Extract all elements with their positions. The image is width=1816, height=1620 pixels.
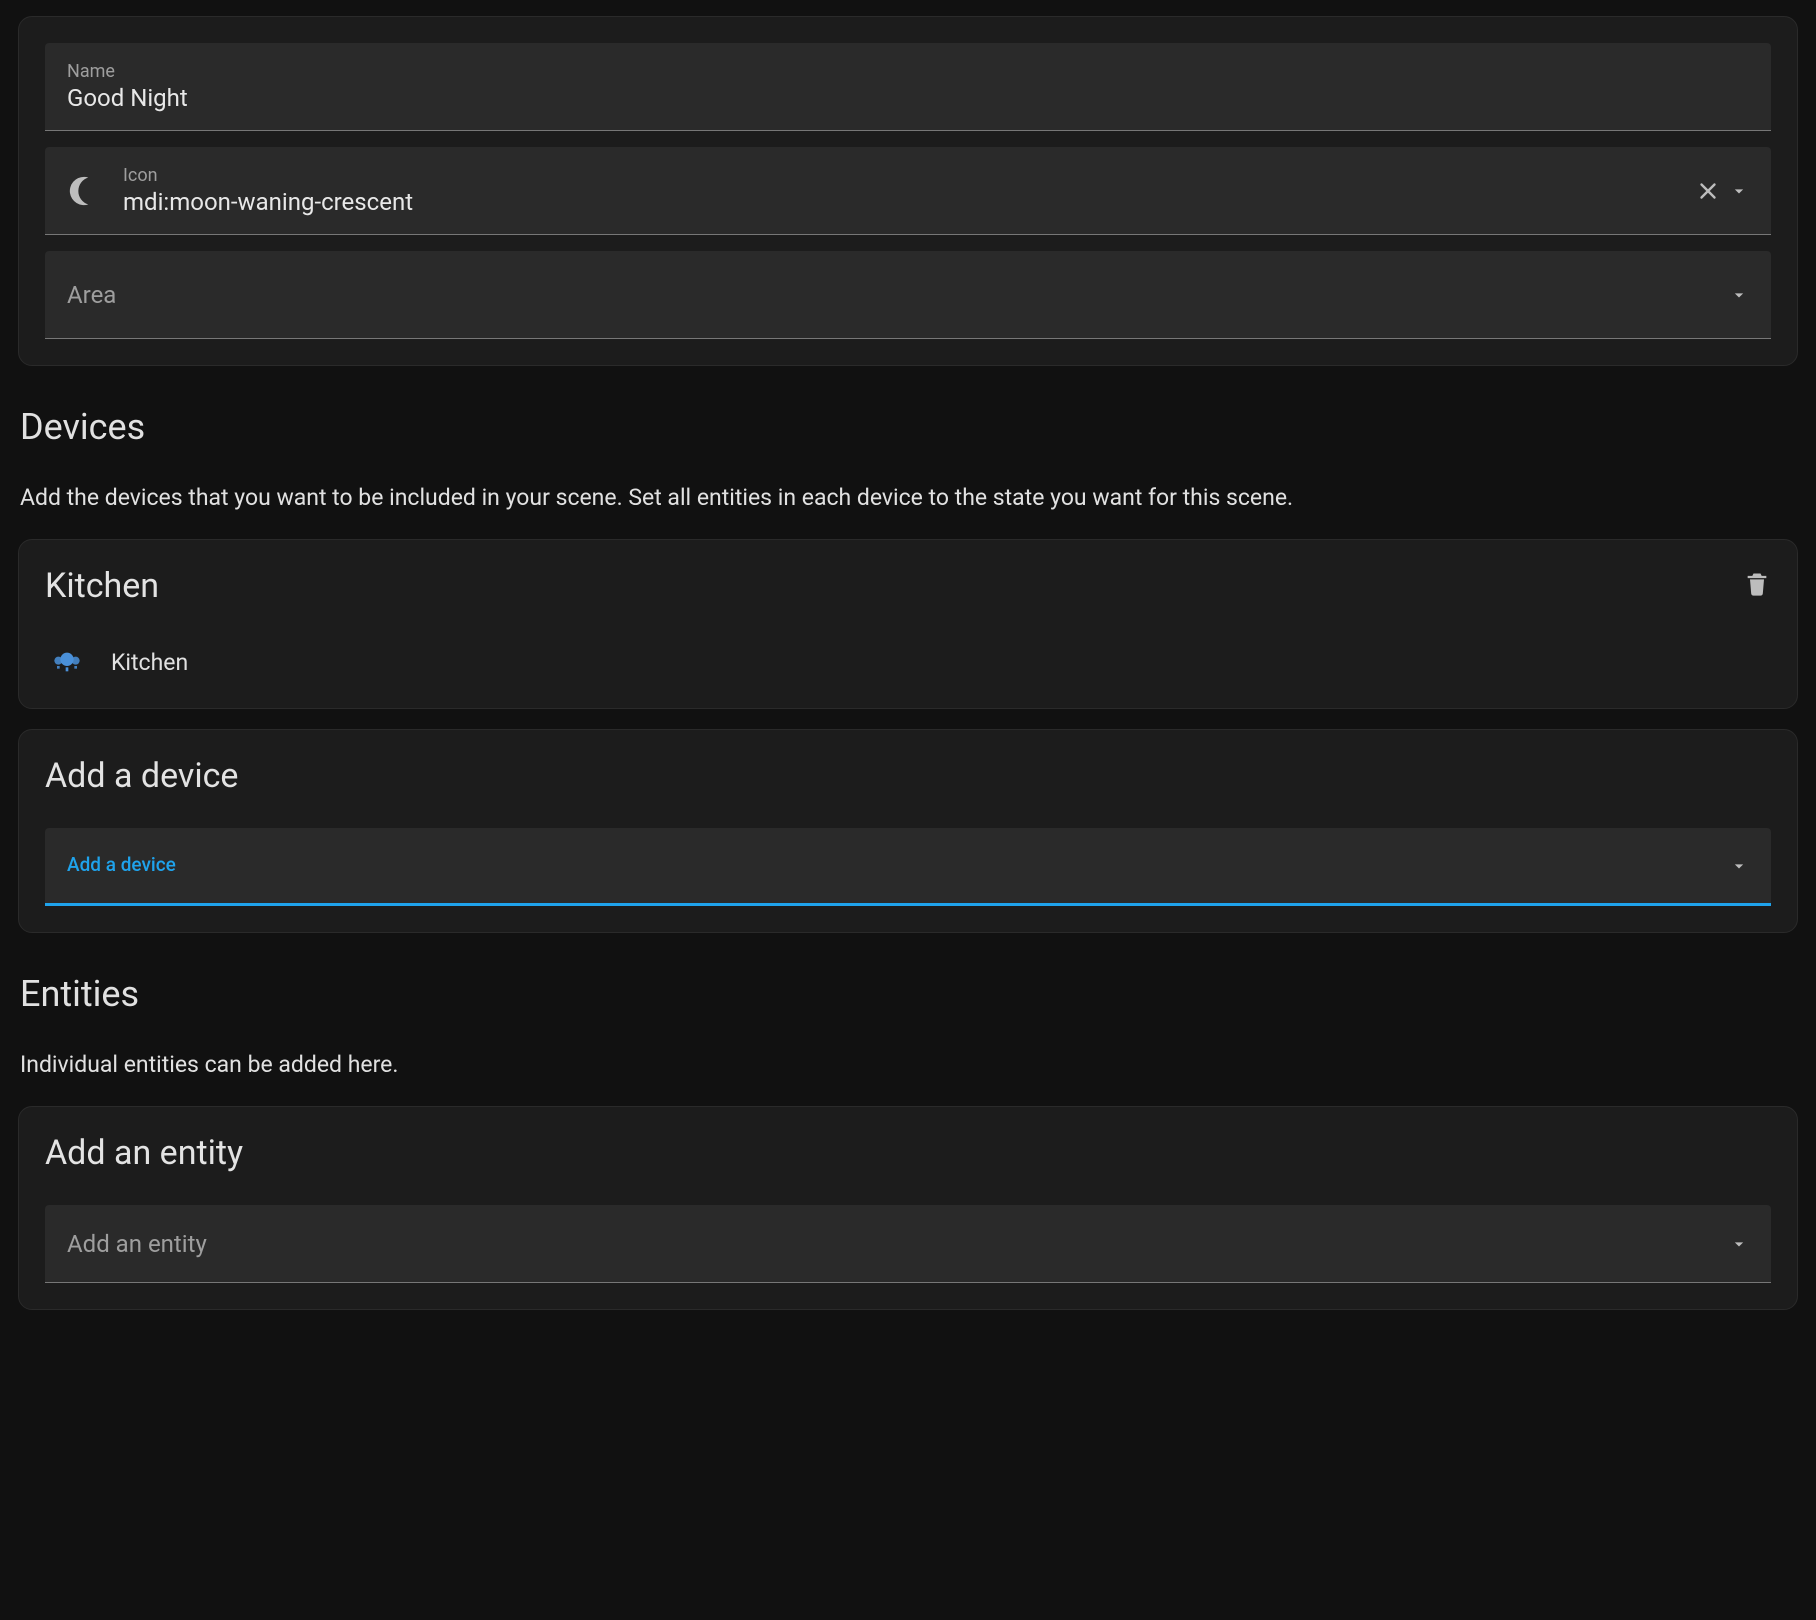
icon-field[interactable]: Icon mdi:moon-waning-crescent [45, 147, 1771, 235]
devices-heading: Devices [20, 406, 1798, 448]
add-entity-field[interactable]: Add an entity [45, 1205, 1771, 1283]
device-entity-name: Kitchen [111, 649, 188, 676]
entities-description: Individual entities can be added here. [20, 1051, 1798, 1078]
add-entity-card: Add an entity Add an entity [18, 1106, 1798, 1310]
device-entity-row[interactable]: Kitchen [45, 642, 1771, 682]
entities-heading: Entities [20, 973, 1798, 1015]
add-device-card: Add a device Add a device [18, 729, 1798, 933]
devices-description: Add the devices that you want to be incl… [20, 484, 1798, 511]
device-card-kitchen: Kitchen Kitchen [18, 539, 1798, 709]
scene-config-card: Name Good Night Icon mdi:moon-waning-cre… [18, 16, 1798, 366]
add-device-title: Add a device [45, 756, 1771, 796]
dropdown-icon[interactable] [1729, 285, 1749, 305]
add-device-field[interactable]: Add a device [45, 828, 1771, 906]
device-card-title: Kitchen [45, 566, 159, 606]
name-label: Name [67, 61, 1749, 82]
clear-icon-button[interactable] [1695, 178, 1721, 204]
area-field[interactable]: Area [45, 251, 1771, 339]
icon-label: Icon [123, 165, 1695, 186]
add-device-label: Add a device [67, 853, 1729, 876]
add-entity-title: Add an entity [45, 1133, 1771, 1173]
dropdown-icon[interactable] [1729, 181, 1749, 201]
dropdown-icon[interactable] [1729, 856, 1749, 876]
icon-value: mdi:moon-waning-crescent [123, 188, 1695, 216]
name-field[interactable]: Name Good Night [45, 43, 1771, 131]
dropdown-icon[interactable] [1729, 1234, 1749, 1254]
name-value: Good Night [67, 84, 1749, 112]
add-entity-placeholder: Add an entity [67, 1230, 1729, 1258]
light-group-icon [51, 646, 83, 678]
area-label: Area [67, 281, 1729, 309]
delete-device-button[interactable] [1743, 570, 1771, 602]
moon-waning-crescent-icon [67, 174, 101, 208]
